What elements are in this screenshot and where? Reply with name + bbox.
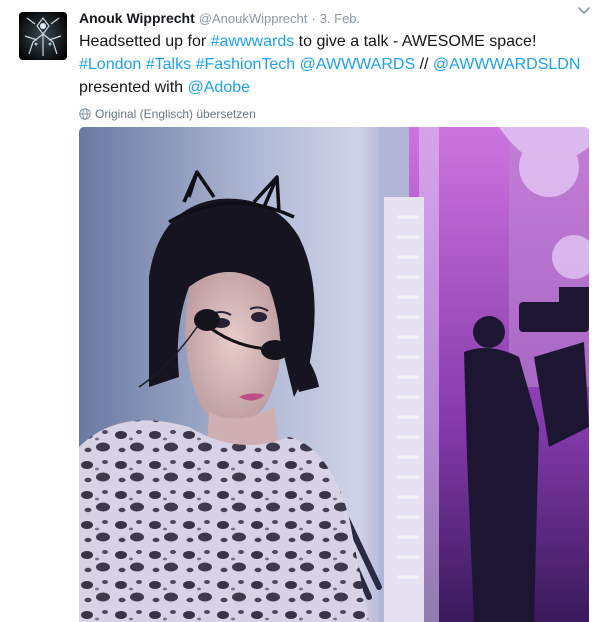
text-segment: // xyxy=(415,56,433,73)
tweet-content: Anouk Wipprecht @AnoukWipprecht · 3. Feb… xyxy=(79,8,589,123)
header-separator: · xyxy=(311,11,316,26)
hashtag-london[interactable]: #London xyxy=(79,56,141,73)
tweet-header: Anouk Wipprecht @AnoukWipprecht · 3. Feb… xyxy=(79,8,589,28)
globe-icon xyxy=(79,108,91,120)
mention-awwwards[interactable]: @AWWWARDS xyxy=(300,56,415,73)
translate-link[interactable]: Original (Englisch) übersetzen xyxy=(79,105,589,123)
chevron-down-icon[interactable] xyxy=(576,4,592,18)
text-segment: presented with xyxy=(79,79,188,96)
author-username[interactable]: @AnoukWipprecht xyxy=(199,9,308,29)
author-fullname[interactable]: Anouk Wipprecht xyxy=(79,8,195,28)
hashtag-talks[interactable]: #Talks xyxy=(146,56,191,73)
hashtag-fashiontech[interactable]: #FashionTech xyxy=(196,56,296,73)
avatar-robot-dress-icon xyxy=(19,12,67,60)
tweet-timestamp[interactable]: 3. Feb. xyxy=(320,9,360,29)
text-segment: to give a talk - AWESOME space! xyxy=(294,33,537,50)
tweet-photo[interactable] xyxy=(79,127,589,622)
tweet-card: Anouk Wipprecht @AnoukWipprecht · 3. Feb… xyxy=(0,0,600,622)
photo-image xyxy=(79,127,589,622)
mention-awwwardsldn[interactable]: @AWWWARDSLDN xyxy=(433,56,581,73)
text-segment: Headsetted up for xyxy=(79,33,211,50)
hashtag-awwwards[interactable]: #awwwards xyxy=(211,33,295,50)
translate-label: Original (Englisch) übersetzen xyxy=(95,107,256,121)
author-avatar[interactable] xyxy=(19,12,67,60)
mention-adobe[interactable]: @Adobe xyxy=(188,79,251,96)
tweet-text: Headsetted up for #awwwards to give a ta… xyxy=(79,30,589,99)
